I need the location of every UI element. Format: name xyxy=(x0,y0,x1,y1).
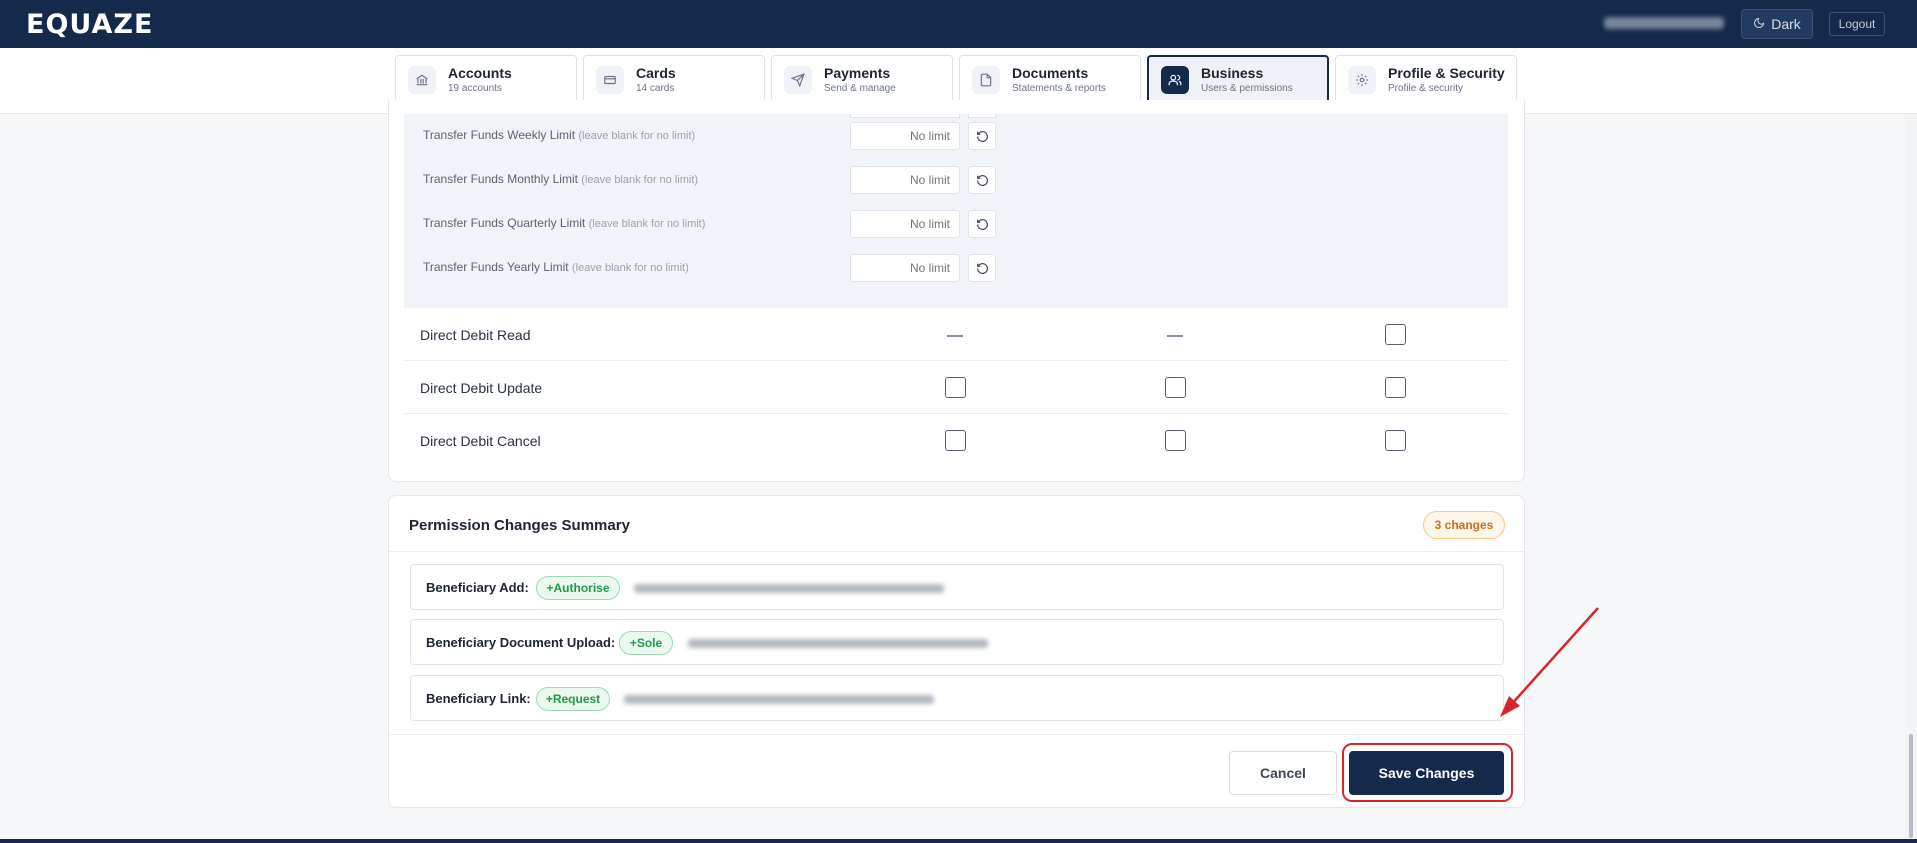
not-applicable-dash xyxy=(1167,335,1183,337)
yearly-limit-input[interactable] xyxy=(850,254,960,282)
permission-checkbox[interactable] xyxy=(1385,377,1406,398)
limit-row-weekly: Transfer Funds Weekly Limit (leave blank… xyxy=(404,114,1508,158)
limit-label: Transfer Funds Quarterly Limit (leave bl… xyxy=(423,216,706,230)
permission-label: Direct Debit Update xyxy=(420,380,543,396)
logout-button[interactable]: Logout xyxy=(1829,12,1885,36)
tab-label: Profile & Security xyxy=(1388,64,1505,81)
limit-hint: (leave blank for no limit) xyxy=(571,262,689,274)
quarterly-limit-input[interactable] xyxy=(850,210,960,238)
tab-sublabel: Users & permissions xyxy=(1201,82,1293,94)
redacted-detail xyxy=(634,584,944,593)
tab-business[interactable]: Business Users & permissions xyxy=(1147,55,1329,104)
permission-row-direct-debit-cancel: Direct Debit Cancel xyxy=(404,414,1508,467)
limit-label: Transfer Funds Weekly Limit (leave blank… xyxy=(423,128,696,142)
change-item: Beneficiary Add: +Authorise xyxy=(410,564,1504,610)
tab-label: Cards xyxy=(636,64,676,81)
change-label: Beneficiary Link: xyxy=(426,691,531,706)
limit-label: Transfer Funds Yearly Limit (leave blank… xyxy=(423,260,689,274)
reset-icon[interactable] xyxy=(968,122,996,150)
permission-checkbox[interactable] xyxy=(1385,430,1406,451)
not-applicable-dash xyxy=(947,335,963,337)
change-pill: +Request xyxy=(536,687,610,711)
tab-sublabel: 14 cards xyxy=(636,82,675,94)
moon-icon xyxy=(1753,16,1765,32)
divider xyxy=(389,551,1524,552)
cancel-button[interactable]: Cancel xyxy=(1229,751,1337,795)
tab-documents[interactable]: Documents Statements & reports xyxy=(959,55,1141,104)
save-button-highlight xyxy=(1342,743,1513,802)
tab-cards[interactable]: Cards 14 cards xyxy=(583,55,765,104)
permission-checkbox[interactable] xyxy=(1165,430,1186,451)
users-icon xyxy=(1161,65,1189,94)
dark-mode-button[interactable]: Dark xyxy=(1741,9,1813,39)
permission-label: Direct Debit Read xyxy=(420,327,531,343)
limit-hint: (leave blank for no limit) xyxy=(588,218,706,230)
transfer-limits-panel: Transfer Funds Weekly Limit (leave blank… xyxy=(404,114,1508,308)
divider xyxy=(389,734,1524,735)
redacted-detail xyxy=(624,695,934,704)
tab-sublabel: 19 accounts xyxy=(448,82,502,94)
change-pill: +Authorise xyxy=(536,576,620,600)
bank-icon xyxy=(408,65,436,94)
limit-row-quarterly: Transfer Funds Quarterly Limit (leave bl… xyxy=(404,202,1508,246)
limit-hint: (leave blank for no limit) xyxy=(581,174,699,186)
reset-button-partial[interactable] xyxy=(968,114,996,118)
changes-count-badge: 3 changes xyxy=(1423,511,1505,539)
top-bar: EQUAZE Dark Logout xyxy=(0,0,1917,48)
weekly-limit-input[interactable] xyxy=(850,122,960,150)
tab-profile-security[interactable]: Profile & Security Profile & security xyxy=(1335,55,1517,104)
change-item: Beneficiary Document Upload: +Sole xyxy=(410,619,1504,665)
change-label: Beneficiary Document Upload: xyxy=(426,635,616,650)
credit-card-icon xyxy=(596,65,624,94)
change-pill: +Sole xyxy=(619,631,673,655)
reset-icon[interactable] xyxy=(968,210,996,238)
reset-icon[interactable] xyxy=(968,254,996,282)
tab-label: Business xyxy=(1201,64,1264,81)
tab-sublabel: Profile & security xyxy=(1388,82,1464,94)
tab-sublabel: Statements & reports xyxy=(1012,82,1106,94)
reset-icon[interactable] xyxy=(968,166,996,194)
tab-label: Documents xyxy=(1012,64,1089,81)
change-label: Beneficiary Add: xyxy=(426,580,529,595)
brand-logo[interactable]: EQUAZE xyxy=(26,9,153,40)
permission-checkbox[interactable] xyxy=(945,377,966,398)
tab-label: Accounts xyxy=(448,64,512,81)
tab-payments[interactable]: Payments Send & manage xyxy=(771,55,953,104)
footer-edge xyxy=(0,839,1917,843)
limit-hint: (leave blank for no limit) xyxy=(578,130,696,142)
monthly-limit-input[interactable] xyxy=(850,166,960,194)
permission-row-direct-debit-read: Direct Debit Read xyxy=(404,308,1508,361)
limit-row-monthly: Transfer Funds Monthly Limit (leave blan… xyxy=(404,158,1508,202)
dark-mode-label: Dark xyxy=(1771,16,1801,32)
gear-icon xyxy=(1348,65,1376,94)
permission-checkbox[interactable] xyxy=(1165,377,1186,398)
document-icon xyxy=(972,65,1000,94)
permission-checkbox[interactable] xyxy=(945,430,966,451)
scrollbar-thumb[interactable] xyxy=(1909,734,1913,838)
limit-label: Transfer Funds Monthly Limit (leave blan… xyxy=(423,172,699,186)
permission-row-direct-debit-update: Direct Debit Update xyxy=(404,361,1508,414)
permission-checkbox[interactable] xyxy=(1385,324,1406,345)
limit-row-yearly: Transfer Funds Yearly Limit (leave blank… xyxy=(404,246,1508,290)
tab-sublabel: Send & manage xyxy=(824,82,896,94)
user-name-redacted xyxy=(1604,17,1724,29)
redacted-detail xyxy=(688,639,988,648)
permission-label: Direct Debit Cancel xyxy=(420,433,541,449)
summary-title: Permission Changes Summary xyxy=(409,517,630,534)
send-icon xyxy=(784,65,812,94)
limit-input-partial[interactable] xyxy=(850,114,960,118)
change-item: Beneficiary Link: +Request xyxy=(410,675,1504,721)
tab-label: Payments xyxy=(824,64,891,81)
tab-accounts[interactable]: Accounts 19 accounts xyxy=(395,55,577,104)
